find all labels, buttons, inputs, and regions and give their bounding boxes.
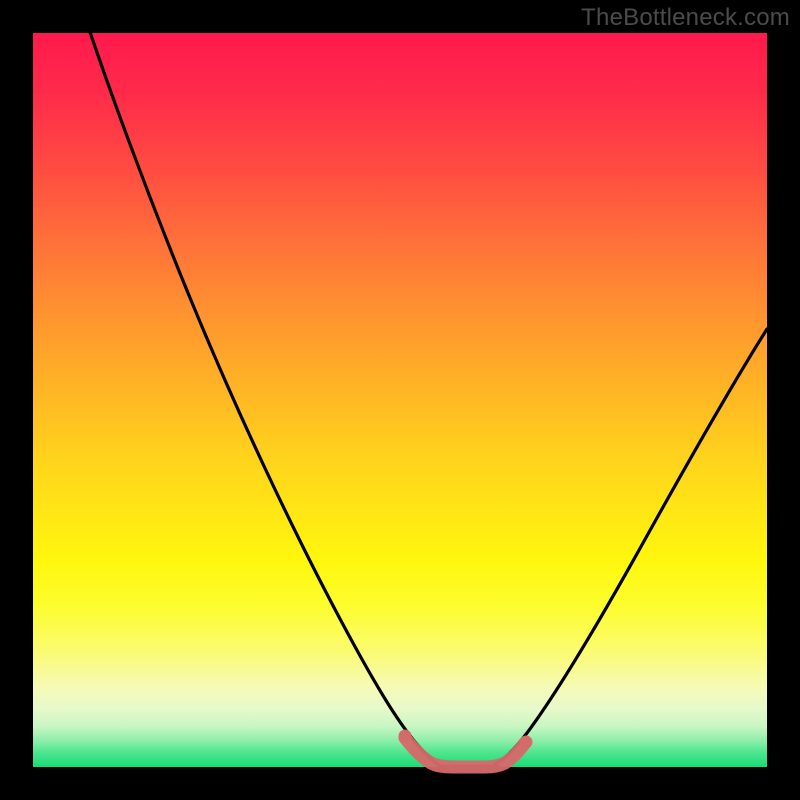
watermark-text: TheBottleneck.com — [581, 4, 790, 32]
curves-svg — [33, 33, 767, 767]
highlight-floor — [405, 738, 525, 767]
plot-area — [33, 33, 767, 767]
left-curve — [77, 0, 441, 766]
highlight-dot-left — [399, 730, 412, 743]
right-curve — [495, 329, 767, 764]
highlight-dot-right — [520, 736, 533, 749]
chart-frame: TheBottleneck.com — [0, 0, 800, 800]
